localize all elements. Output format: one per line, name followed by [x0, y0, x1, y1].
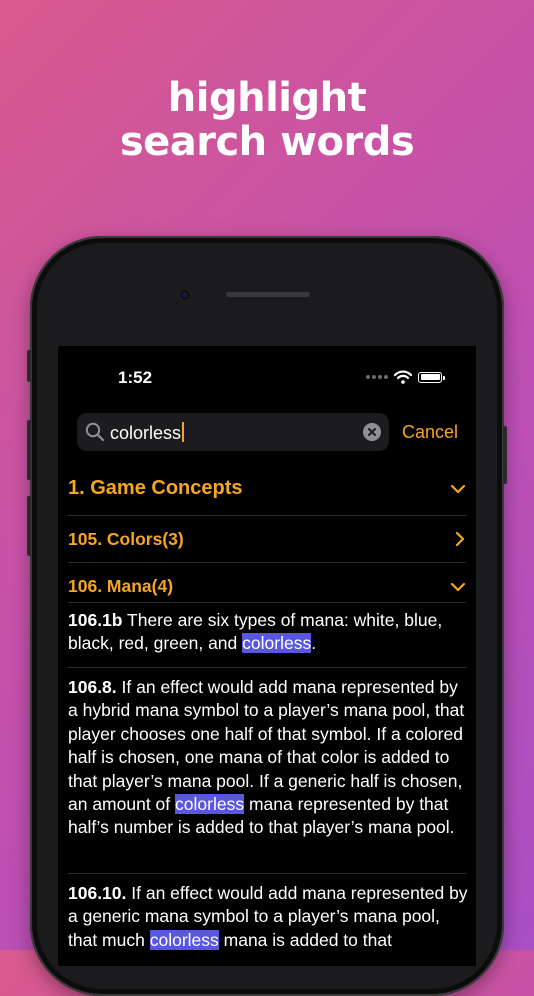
rule-item[interactable]: 106.8. If an effect would add mana repre…: [68, 676, 468, 840]
earpiece-speaker: [226, 292, 310, 297]
wifi-icon: [394, 370, 412, 384]
phone-side-button: [27, 350, 31, 382]
divider: [68, 873, 466, 874]
phone-volume-up: [27, 420, 31, 480]
rule-text: mana is added to that: [218, 929, 392, 950]
search-field[interactable]: colorless: [77, 413, 389, 451]
divider: [68, 602, 466, 603]
chevron-down-icon: [450, 582, 466, 592]
row-title: 105. Colors(3): [68, 529, 184, 549]
app-screen: 1:52 colorless Cancel 1. Game Concepts 1…: [58, 346, 476, 966]
divider: [68, 562, 466, 563]
divider: [68, 515, 466, 516]
text-caret: [182, 422, 185, 442]
signal-dots-icon: [366, 375, 388, 379]
status-icons: [366, 370, 445, 384]
search-highlight: colorless: [242, 633, 312, 654]
battery-icon: [418, 371, 445, 383]
row-title: 106. Mana(4): [68, 576, 174, 596]
phone-volume-down: [27, 496, 31, 556]
status-time: 1:52: [118, 368, 153, 387]
headline-line-1: highlight: [167, 75, 367, 121]
chevron-right-icon: [455, 531, 465, 547]
search-input-text[interactable]: colorless: [110, 422, 185, 444]
rule-item[interactable]: 106.10. If an effect would add mana repr…: [68, 882, 468, 952]
phone-power-button: [503, 426, 507, 484]
rule-id: 106.10.: [68, 883, 127, 903]
clear-search-icon[interactable]: [363, 423, 381, 441]
rule-text: .: [311, 633, 317, 654]
headline-line-2: search words: [119, 119, 415, 165]
rule-id: 106.8.: [68, 677, 117, 697]
cancel-button[interactable]: Cancel: [402, 422, 458, 443]
divider: [68, 667, 466, 668]
search-highlight: colorless: [149, 929, 219, 950]
chevron-down-icon: [450, 484, 466, 494]
search-icon: [85, 422, 105, 442]
rule-item[interactable]: 106.1b There are six types of mana: whit…: [68, 609, 468, 656]
search-highlight: colorless: [175, 794, 245, 815]
rule-id: 106.1b: [68, 610, 123, 630]
front-camera: [180, 290, 190, 300]
section-title: 1. Game Concepts: [68, 477, 243, 499]
